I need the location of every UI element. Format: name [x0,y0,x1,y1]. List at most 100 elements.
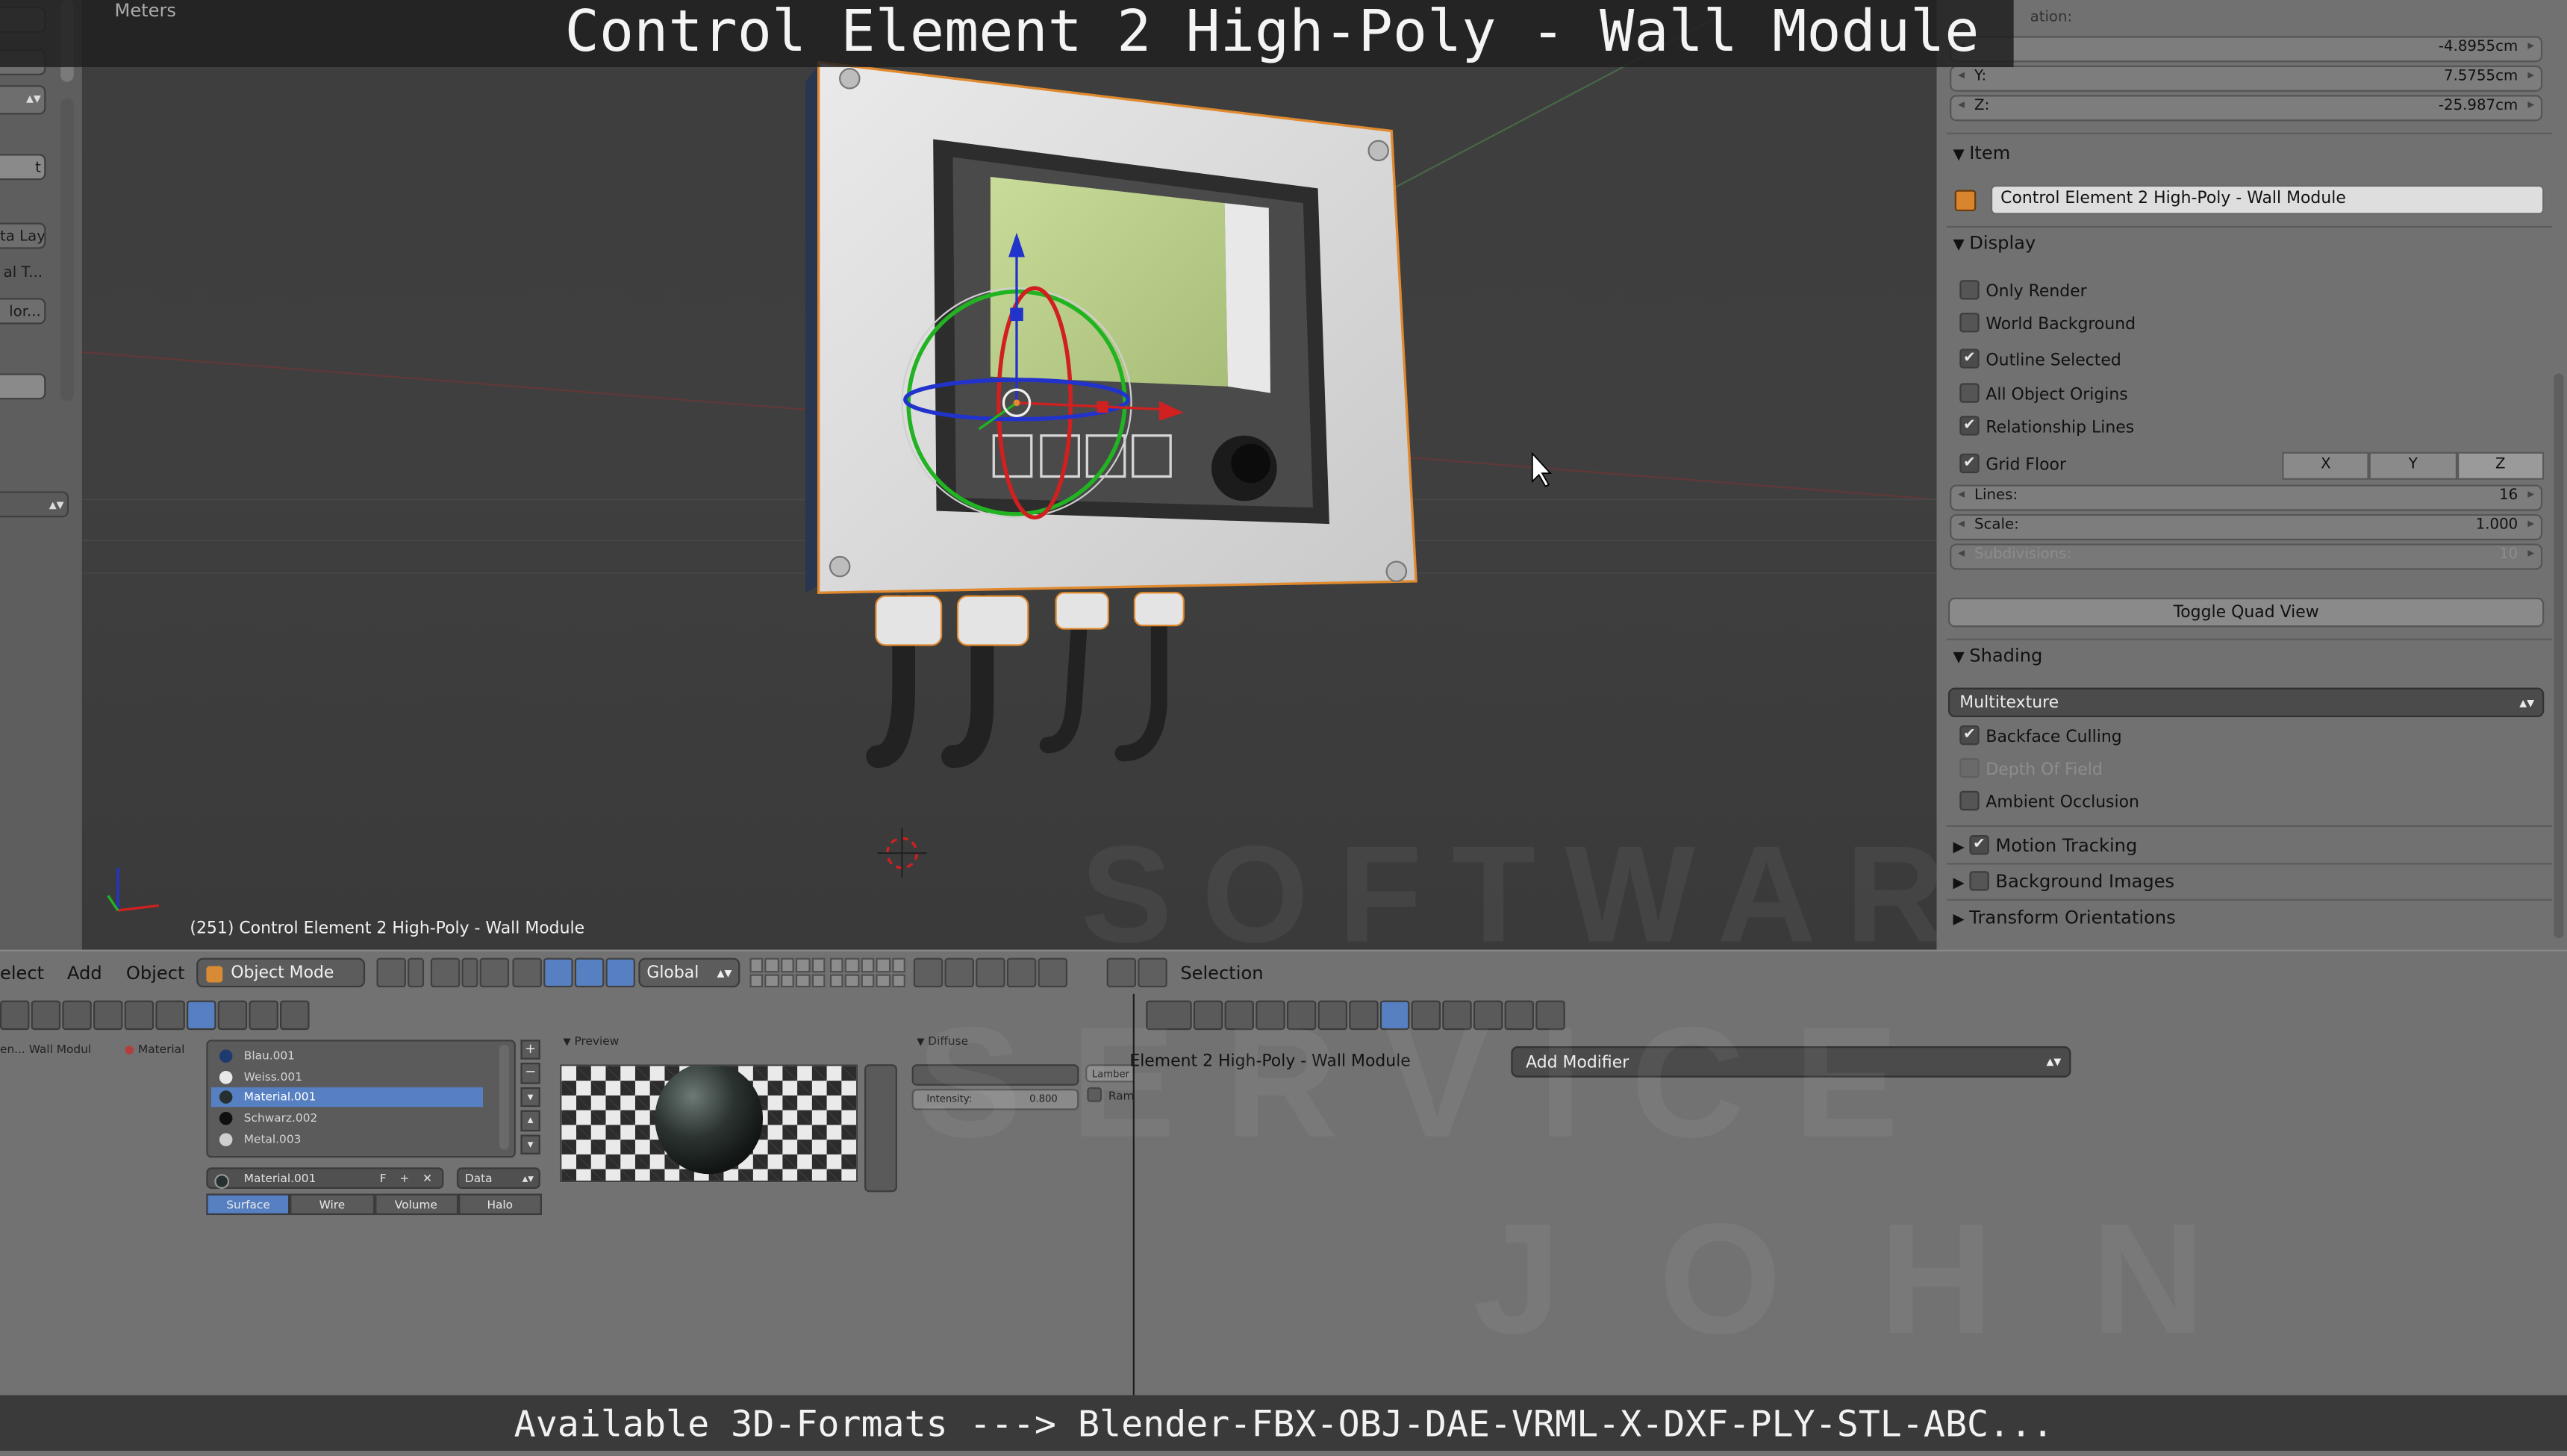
scene-tab-icon[interactable] [31,1000,61,1031]
proportional-edit-icon[interactable] [944,957,974,988]
editor-split-line[interactable] [1132,993,1135,1396]
tool-button[interactable]: ta Lay [0,222,46,249]
depth-of-field-checkbox[interactable]: Depth Of Field [1959,757,2103,779]
layer-buttons-1[interactable] [749,957,826,988]
preview-type-buttons[interactable] [864,1064,897,1193]
grid-axis-y-toggle[interactable]: Y [2369,452,2457,480]
material-slot[interactable]: Metal.003 [211,1130,483,1149]
fake-user-toggle[interactable]: F [380,1169,387,1191]
material-slot-list[interactable]: Blau.001 Weiss.001 Material.001 Schwarz.… [206,1040,516,1158]
translate-icon[interactable] [543,957,573,988]
particles-tab-icon[interactable] [249,1000,278,1031]
constraints-tab-icon[interactable] [124,1000,155,1031]
tool-dropdown[interactable]: ▴▾ [0,85,46,115]
material-slot[interactable]: Blau.001 [211,1046,483,1066]
background-images-section-header[interactable]: ▶ Background Images [1953,871,2174,893]
link-data-select[interactable]: Data ▴▾ [456,1167,540,1189]
lock-layers-icon[interactable] [913,957,943,988]
opengl-render-icon[interactable] [1106,957,1137,988]
preview-header[interactable]: ▼ Preview [563,1035,619,1049]
physics-tab-icon[interactable] [280,1000,310,1031]
surface-tab[interactable]: Surface [206,1193,290,1216]
object-tab-icon[interactable] [93,1000,123,1031]
object-name-field[interactable]: Control Element 2 High-Poly - Wall Modul… [1990,184,2545,215]
outline-selected-checkbox[interactable]: ✔ Outline Selected [1959,349,2121,370]
location-z-field[interactable]: ◂ Z: -25.987cm ▸ [1950,95,2543,122]
add-menu[interactable]: Add [67,963,102,984]
halo-tab[interactable]: Halo [458,1193,542,1216]
opengl-animation-icon[interactable] [1138,957,1167,988]
toolshelf-scrollbar-track[interactable] [60,98,74,402]
dropdown-arrow-icon[interactable] [408,957,425,988]
tool-button[interactable] [0,373,46,400]
wall-module-housing [805,60,1417,594]
relationship-lines-checkbox[interactable]: ✔ Relationship Lines [1959,416,2134,437]
grid-floor-checkbox[interactable]: ✔ Grid Floor [1959,453,2066,475]
tool-button[interactable]: lor... [0,298,46,325]
material-slot[interactable]: Schwarz.002 [211,1108,483,1128]
toggle-quad-view-button[interactable]: Toggle Quad View [1947,597,2545,628]
select-menu[interactable]: elect [0,963,44,984]
pivot-point-icon[interactable] [430,957,461,988]
3d-viewport[interactable]: SOFTWARE (251) Control Element 2 High-Po… [81,0,1937,950]
transform-orientations-section-header[interactable]: ▶ Transform Orientations [1953,907,2176,929]
manipulator-toggle-icon[interactable] [479,957,510,988]
tool-dropdown[interactable]: ▴▾ [0,491,69,518]
grid-subdivisions-field[interactable]: ◂ Subdivisions: 10 ▸ [1950,543,2543,570]
backface-culling-checkbox[interactable]: ✔ Backface Culling [1959,725,2122,747]
snap-target-icon[interactable] [1038,957,1067,988]
move-down-icon[interactable]: ▾ [520,1134,540,1155]
world-tab-icon[interactable] [62,1000,92,1031]
grid-axis-x-toggle[interactable]: X [2282,452,2370,480]
remove-slot-icon[interactable]: − [520,1063,540,1084]
tool-button[interactable]: t [0,154,46,181]
wire-tab[interactable]: Wire [290,1193,375,1216]
snap-element-icon[interactable] [1006,957,1037,988]
3d-cursor[interactable] [877,828,927,878]
material-tab-icon[interactable] [187,1000,216,1031]
scale-icon[interactable] [605,957,635,988]
modifiers-tab-icon[interactable] [155,1000,185,1031]
motion-tracking-section-header[interactable]: ▶ ✔ Motion Tracking [1953,835,2137,857]
layer-buttons-2[interactable] [829,957,905,988]
checkbox-icon[interactable] [1969,871,1989,891]
world-background-checkbox[interactable]: World Background [1959,313,2136,334]
only-render-checkbox[interactable]: Only Render [1959,280,2087,301]
manipulator-icon[interactable] [512,957,542,988]
checkmark-icon: ✔ [1959,349,1980,369]
slot-specials-icon[interactable]: ▾ [520,1087,540,1107]
rotate-icon[interactable] [574,957,605,988]
display-section-header[interactable]: ▼ Display [1953,233,2036,254]
material-sphere-icon [219,1133,233,1146]
shading-section-header[interactable]: ▼ Shading [1953,645,2043,666]
viewport-shading-icon[interactable] [376,957,406,988]
transform-orientation-select[interactable]: Global ▴▾ [638,957,740,988]
checkmark-icon[interactable]: ✔ [1969,835,1989,855]
volume-tab[interactable]: Volume [374,1193,458,1216]
material-slot[interactable]: Material.001 [210,1087,484,1107]
location-y-field[interactable]: ◂ Y: 7.5755cm ▸ [1950,65,2543,92]
all-object-origins-checkbox[interactable]: All Object Origins [1959,383,2128,404]
snap-icon[interactable] [976,957,1005,988]
npanel-scrollbar[interactable] [2554,373,2564,939]
material-slot[interactable]: Weiss.001 [211,1068,483,1087]
item-section-header[interactable]: ▼ Item [1953,143,2011,164]
unlink-icon[interactable]: ✕ [422,1169,432,1191]
object-menu[interactable]: Object [126,963,185,984]
ambient-occlusion-checkbox[interactable]: Ambient Occlusion [1959,790,2139,812]
dropdown-arrow-icon[interactable] [461,957,478,988]
move-up-icon[interactable]: ▴ [520,1110,540,1131]
grid-lines-field[interactable]: ◂ Lines: 16 ▸ [1950,484,2543,511]
location-x-field[interactable]: ◂-4.8955cm▸ [1950,36,2543,63]
new-material-icon[interactable]: + [399,1169,409,1191]
shading-mode-select[interactable]: Multitexture ▴▾ [1947,687,2545,718]
object-mode-select[interactable]: Object Mode [196,957,366,988]
render-tab-icon[interactable] [0,1000,30,1031]
texture-tab-icon[interactable] [217,1000,248,1031]
material-list-scrollbar[interactable] [499,1044,510,1150]
checkbox-icon [1959,757,1980,778]
grid-scale-field[interactable]: ◂ Scale: 1.000 ▸ [1950,513,2543,541]
grid-axis-z-toggle[interactable]: Z [2457,452,2545,480]
material-name-field[interactable]: Material.001 F + ✕ [206,1167,444,1191]
add-slot-icon[interactable]: + [520,1040,540,1060]
